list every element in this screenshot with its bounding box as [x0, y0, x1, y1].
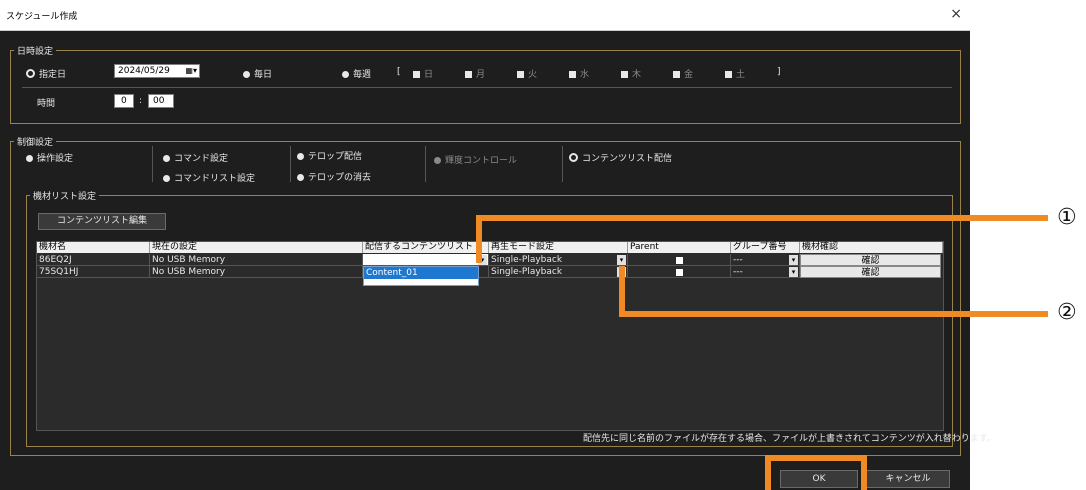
- telop-delete-radio[interactable]: テロップの消去: [297, 170, 371, 183]
- parent-checkbox[interactable]: [676, 257, 683, 264]
- col-current-setting: 現在の設定: [150, 242, 363, 253]
- datetime-divider: [22, 87, 952, 88]
- minute-field[interactable]: 00: [148, 94, 174, 108]
- time-label: 時間: [37, 99, 56, 109]
- device-table: 機材名 現在の設定 配信するコンテンツリスト 再生モード設定 Parent グル…: [36, 241, 944, 431]
- group-number-select[interactable]: --- ▾: [731, 266, 800, 278]
- table-row: 86EQ2J No USB Memory ▾ Single-Playback ▾…: [37, 254, 943, 266]
- parent-checkbox[interactable]: [676, 269, 683, 276]
- telop-delivery-radio[interactable]: テロップ配信: [297, 149, 362, 162]
- device-name-cell: 86EQ2J: [37, 254, 150, 266]
- command-list-settings-radio[interactable]: コマンドリスト設定: [163, 171, 255, 184]
- playback-mode-select[interactable]: Single-Playback ▾: [489, 254, 628, 266]
- bracket-open: [: [397, 67, 401, 77]
- daily-radio[interactable]: 毎日: [243, 67, 272, 80]
- col-device-confirm: 機材確認: [800, 242, 943, 253]
- content-list-delivery-radio[interactable]: コンテンツリスト配信: [569, 151, 672, 164]
- control-divider-3: [425, 146, 426, 182]
- chevron-down-icon[interactable]: ▾: [789, 255, 798, 265]
- col-parent: Parent: [628, 242, 731, 253]
- col-content-list: 配信するコンテンツリスト: [363, 242, 489, 253]
- bracket-close: ]: [777, 67, 781, 77]
- table-row: 75SQ1HJ No USB Memory Single-Playback ▾ …: [37, 266, 943, 278]
- time-colon: :: [139, 96, 143, 106]
- brightness-control-radio[interactable]: 輝度コントロール: [434, 153, 517, 166]
- weekday-thu[interactable]: 木: [621, 67, 641, 80]
- date-field[interactable]: 2024/05/29 ▦▾: [114, 64, 200, 78]
- callout-2-vertical: [619, 266, 625, 316]
- dropdown-option[interactable]: Content_01: [364, 267, 478, 279]
- callout-1-marker: ①: [1057, 205, 1077, 230]
- callout-1-horizontal: [476, 215, 1048, 221]
- callout-2-marker: ②: [1057, 300, 1077, 325]
- weekday-tue[interactable]: 火: [517, 67, 537, 80]
- col-device-name: 機材名: [37, 242, 150, 253]
- confirm-button[interactable]: 確認: [800, 254, 941, 266]
- weekday-fri[interactable]: 金: [673, 67, 693, 80]
- col-group-number: グループ番号: [731, 242, 800, 253]
- chevron-down-icon[interactable]: ▾: [789, 267, 798, 277]
- content-list-select[interactable]: ▾: [363, 254, 489, 266]
- weekly-radio[interactable]: 毎週: [342, 67, 371, 80]
- control-divider-2: [290, 146, 291, 182]
- group-number-select[interactable]: --- ▾: [731, 254, 800, 266]
- parent-cell: [628, 266, 731, 278]
- device-list-group-title: 機材リスト設定: [30, 189, 100, 202]
- overwrite-note: 配信先に同じ名前のファイルが存在する場合、ファイルが上書きされてコンテンツが入れ…: [583, 434, 996, 444]
- ok-highlight: [765, 455, 867, 490]
- window-title: スケジュール作成: [6, 12, 78, 22]
- operation-settings-radio[interactable]: 操作設定: [26, 151, 73, 164]
- current-setting-cell: No USB Memory: [150, 254, 363, 266]
- device-name-cell: 75SQ1HJ: [37, 266, 150, 278]
- weekday-wed[interactable]: 水: [569, 67, 589, 80]
- weekday-sat[interactable]: 土: [725, 67, 745, 80]
- schedule-dialog: スケジュール作成 × 日時設定 指定日 2024/05/29 ▦▾ 毎日 毎週 …: [0, 0, 996, 490]
- current-setting-cell: No USB Memory: [150, 266, 363, 278]
- content-list-edit-button[interactable]: コンテンツリスト編集: [38, 213, 166, 230]
- col-playback-mode: 再生モード設定: [489, 242, 628, 253]
- parent-cell: [628, 254, 731, 266]
- playback-mode-select[interactable]: Single-Playback ▾: [489, 266, 628, 278]
- callout-1-vertical: [476, 215, 482, 263]
- command-settings-radio[interactable]: コマンド設定: [163, 151, 228, 164]
- cancel-button[interactable]: キャンセル: [866, 470, 950, 488]
- title-bar: スケジュール作成 ×: [0, 0, 970, 31]
- weekday-sun[interactable]: 日: [413, 67, 433, 80]
- specified-day-radio[interactable]: 指定日: [26, 67, 66, 80]
- callout-2-horizontal: [619, 311, 1048, 317]
- close-icon[interactable]: ×: [950, 6, 962, 22]
- datetime-group-title: 日時設定: [14, 44, 57, 57]
- control-divider-1: [152, 146, 153, 182]
- hour-field[interactable]: 0: [114, 94, 134, 108]
- control-divider-4: [562, 146, 563, 182]
- calendar-icon[interactable]: ▦▾: [185, 66, 197, 75]
- confirm-button[interactable]: 確認: [800, 266, 941, 278]
- weekday-mon[interactable]: 月: [465, 67, 485, 80]
- chevron-down-icon[interactable]: ▾: [617, 255, 626, 265]
- content-list-dropdown: Content_01: [363, 266, 479, 286]
- control-group-title: 制御設定: [14, 135, 57, 148]
